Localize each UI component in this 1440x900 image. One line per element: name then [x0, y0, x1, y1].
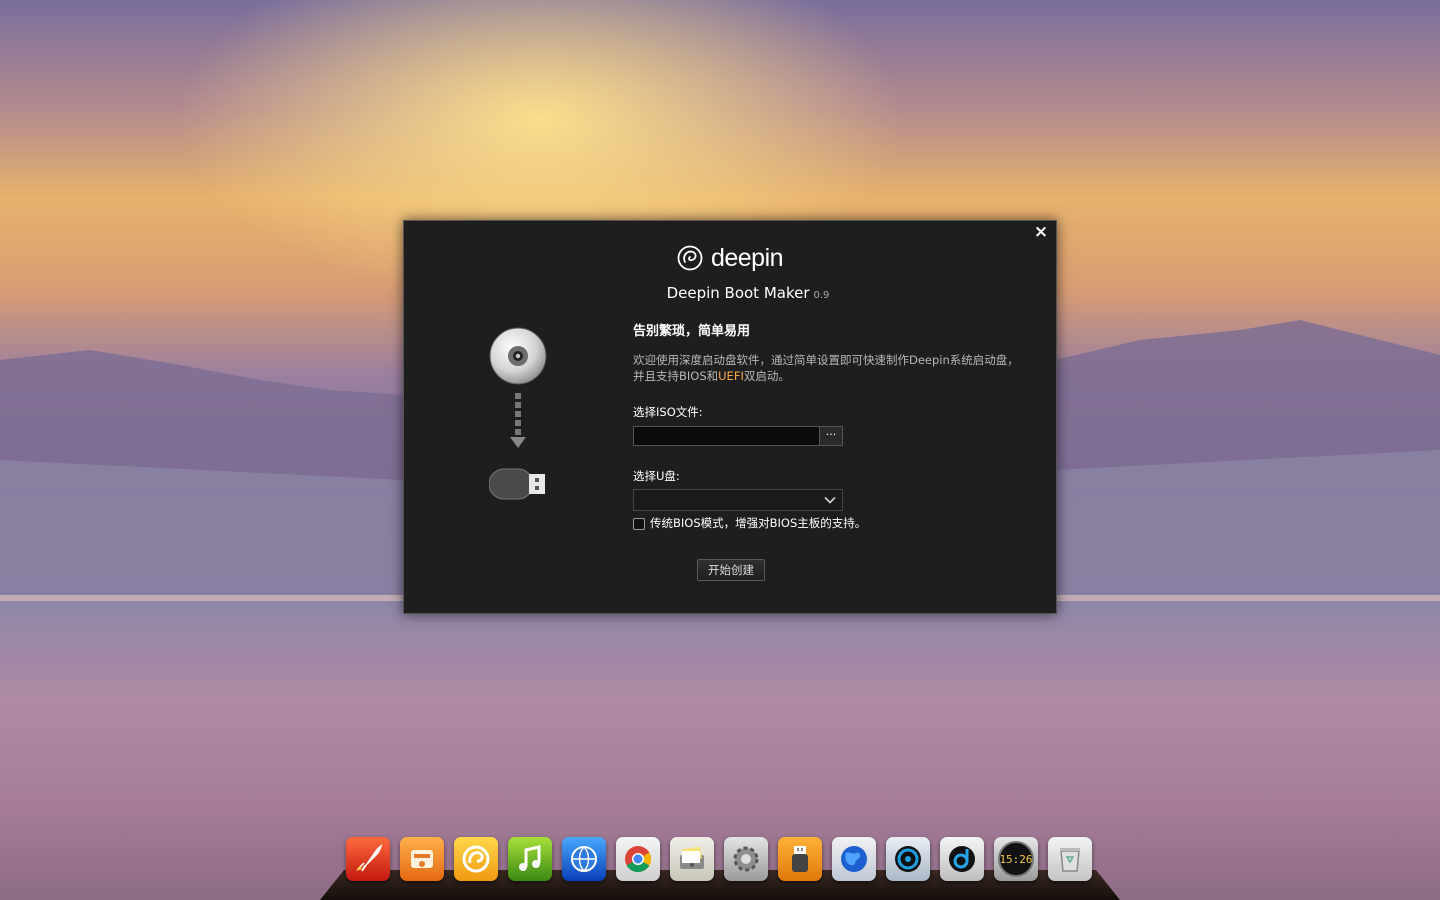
- deepin-logo: deepin: [404, 243, 1056, 273]
- launcher-rocket-icon[interactable]: [346, 837, 390, 881]
- close-button[interactable]: ×: [1032, 223, 1050, 241]
- iso-file-input[interactable]: [633, 426, 819, 446]
- network-globe-icon[interactable]: [562, 837, 606, 881]
- logo-text: deepin: [710, 243, 784, 272]
- slogan: 告别繁琐，简单易用: [633, 324, 751, 339]
- dock: 15:26: [346, 837, 1092, 881]
- file-manager-icon[interactable]: [670, 837, 714, 881]
- down-arrow-icon: [510, 393, 526, 448]
- app-version: 0.9: [813, 290, 830, 301]
- deepin-logo-icon: [677, 245, 703, 271]
- chrome-icon[interactable]: [616, 837, 660, 881]
- description: 欢迎使用深度启动盘软件，通过简单设置即可快速制作Deepin系统启动盘，并且支持…: [633, 352, 1023, 384]
- settings-gear-icon[interactable]: [724, 837, 768, 881]
- usb-drive-icon: [489, 468, 545, 500]
- uefi-highlight: UEFI: [718, 369, 744, 383]
- iso-disc-icon: [489, 327, 547, 385]
- deepin-game-icon[interactable]: [454, 837, 498, 881]
- clock-face: 15:26: [998, 841, 1034, 877]
- deepin-movie-icon[interactable]: [886, 837, 930, 881]
- usb-drive-select[interactable]: [633, 489, 843, 511]
- deepin-music-icon[interactable]: [508, 837, 552, 881]
- iso-file-label: 选择ISO文件:: [633, 405, 703, 419]
- chevron-down-icon: [824, 496, 836, 504]
- app-title-row: Deepin Boot Maker 0.9: [404, 283, 1092, 302]
- clock-time: 15:26: [999, 852, 1033, 866]
- browser-globe-icon[interactable]: [832, 837, 876, 881]
- deepin-player-icon[interactable]: [940, 837, 984, 881]
- app-title: Deepin Boot Maker: [666, 284, 810, 302]
- software-center-icon[interactable]: [400, 837, 444, 881]
- boot-maker-usb-icon[interactable]: [778, 837, 822, 881]
- legacy-bios-checkbox[interactable]: [633, 518, 645, 530]
- browse-iso-button[interactable]: ···: [819, 426, 843, 446]
- description-text: 欢迎使用深度启动盘软件，通过简单设置即可快速制作Deepin系统启动盘，并且支持…: [633, 353, 1019, 383]
- description-tail: 双启动。: [743, 369, 790, 383]
- start-create-button[interactable]: 开始创建: [697, 559, 765, 581]
- legacy-bios-label[interactable]: 传统BIOS模式，增强对BIOS主板的支持。: [650, 515, 866, 531]
- usb-drive-label: 选择U盘:: [633, 469, 680, 483]
- clock-icon[interactable]: 15:26: [994, 837, 1038, 881]
- boot-maker-dialog: × deepin Deepin Boot Maker 0.9 告别繁琐，简单易用…: [403, 220, 1057, 614]
- trash-icon[interactable]: [1048, 837, 1092, 881]
